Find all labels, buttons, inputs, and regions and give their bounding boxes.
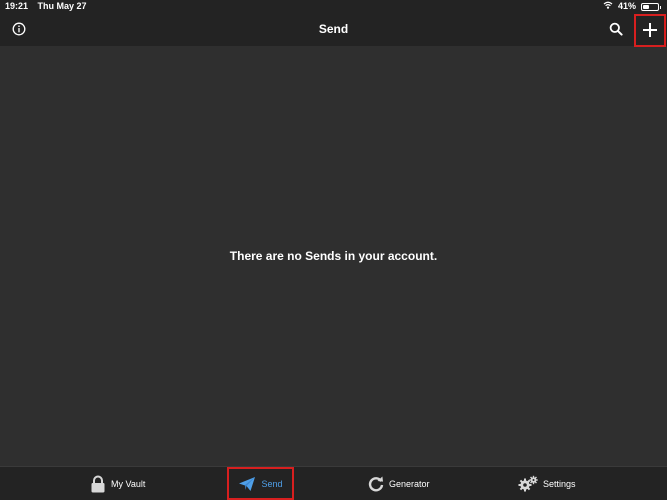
info-button[interactable] bbox=[12, 22, 26, 36]
add-send-button[interactable] bbox=[634, 14, 666, 47]
tab-generator-label: Generator bbox=[389, 479, 430, 489]
search-button[interactable] bbox=[609, 22, 624, 37]
gears-icon bbox=[518, 475, 538, 492]
battery-icon bbox=[641, 2, 661, 11]
tab-settings-label: Settings bbox=[543, 479, 576, 489]
refresh-icon bbox=[368, 476, 384, 492]
search-icon bbox=[609, 22, 623, 36]
lock-icon bbox=[91, 475, 105, 493]
wifi-icon bbox=[603, 0, 613, 13]
top-area: 19:21 Thu May 27 41% Send bbox=[0, 0, 667, 46]
tab-my-vault-label: My Vault bbox=[111, 479, 146, 489]
paper-plane-icon bbox=[239, 476, 256, 491]
empty-state-message: There are no Sends in your account. bbox=[229, 249, 438, 263]
page-title: Send bbox=[318, 22, 349, 36]
tab-generator[interactable]: Generator bbox=[368, 467, 430, 500]
battery-level bbox=[643, 4, 649, 9]
info-icon bbox=[12, 22, 26, 36]
tab-settings[interactable]: Settings bbox=[518, 467, 576, 500]
status-left: 19:21 Thu May 27 bbox=[5, 0, 94, 13]
status-date: Thu May 27 bbox=[37, 1, 87, 11]
plus-icon bbox=[643, 23, 657, 37]
status-time: 19:21 bbox=[5, 1, 29, 11]
tab-send[interactable]: Send bbox=[227, 467, 294, 500]
status-bar: 19:21 Thu May 27 41% bbox=[0, 0, 667, 13]
tab-bar: My Vault Send Generator Settings bbox=[0, 466, 667, 500]
tab-my-vault[interactable]: My Vault bbox=[90, 467, 145, 500]
send-screen: 19:21 Thu May 27 41% Send There are no S… bbox=[0, 0, 667, 500]
navigation-bar: Send bbox=[0, 13, 667, 46]
tab-send-label: Send bbox=[261, 478, 283, 489]
battery-percent: 41% bbox=[617, 1, 636, 11]
status-right: 41% bbox=[603, 0, 661, 13]
